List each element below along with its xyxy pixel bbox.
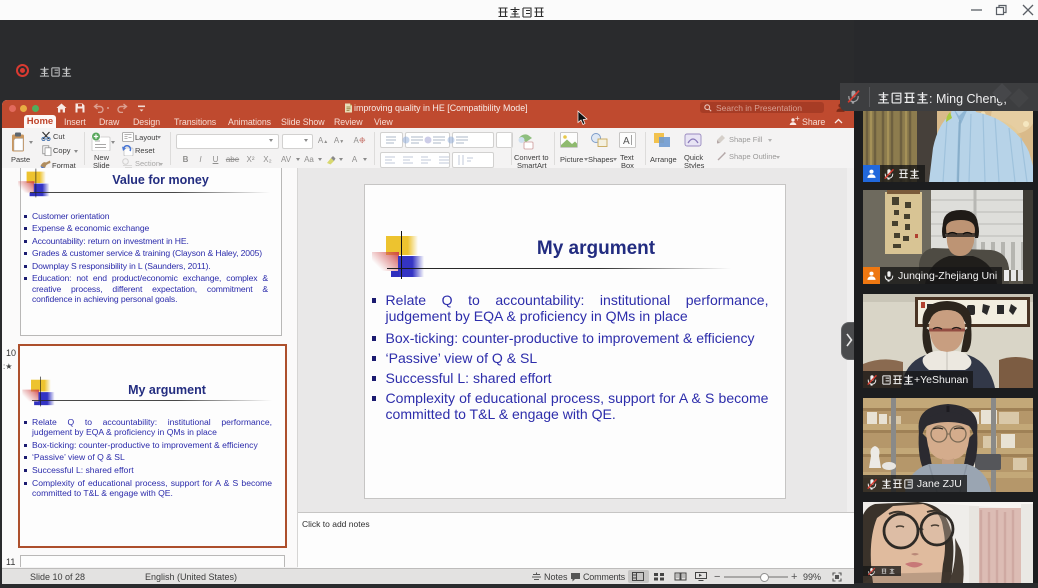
svg-text:A: A [623,136,630,147]
